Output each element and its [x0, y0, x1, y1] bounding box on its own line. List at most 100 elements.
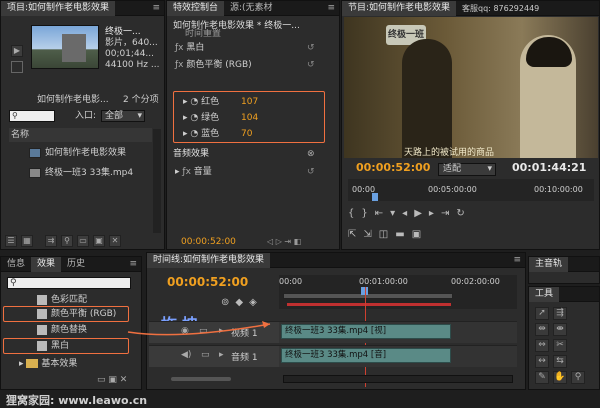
clip-duration: 00;01;44...: [105, 49, 155, 59]
new-bin-icon[interactable]: ▭: [77, 235, 89, 247]
tab-effects[interactable]: 效果: [31, 257, 62, 272]
param-value[interactable]: 107: [241, 95, 258, 109]
timeline-ruler[interactable]: 00:00 00:01:00:00 00:02:00:00: [279, 275, 517, 309]
project-item-sequence[interactable]: 如何制作老电影效果: [29, 146, 164, 160]
effects-toolbar[interactable]: ▭ ▣ ✕: [97, 375, 127, 385]
param-value[interactable]: 70: [241, 127, 252, 141]
zoom-slider[interactable]: [171, 377, 231, 381]
step-forward-icon[interactable]: ▸: [429, 208, 441, 219]
work-area-bar[interactable]: [283, 293, 453, 299]
go-to-out-icon[interactable]: ⇥: [441, 208, 456, 219]
tab-program[interactable]: 节目:如何制作老电影效果: [342, 1, 457, 16]
param-blue[interactable]: ▸ ◔ 蓝色 70: [183, 127, 339, 141]
jog-icon[interactable]: ▬: [395, 229, 411, 240]
new-item-icon[interactable]: ▣: [93, 235, 105, 247]
marker-icon[interactable]: ◆: [235, 297, 249, 308]
rolling-edit-tool-icon[interactable]: ⇼: [553, 323, 567, 336]
panel-menu-icon[interactable]: ≡: [513, 255, 521, 265]
clip-audio: 44100 Hz ...: [105, 60, 160, 70]
param-green[interactable]: ▸ ◔ 绿色 104: [183, 111, 339, 125]
timeline-scrollbar[interactable]: [283, 375, 513, 383]
search-input[interactable]: ⚲: [9, 110, 55, 122]
slip-tool-icon[interactable]: ↔: [535, 355, 549, 368]
find-icon[interactable]: ⚲: [61, 235, 73, 247]
zoom-tool-icon[interactable]: ⚲: [571, 371, 585, 384]
tab-project[interactable]: 项目:如何制作老电影效果: [1, 1, 116, 16]
sequence-icon: [29, 147, 41, 158]
program-ruler[interactable]: 00:00 00:05:00:00 00:10:00:00: [348, 179, 594, 201]
ripple-edit-tool-icon[interactable]: ⇹: [535, 323, 549, 336]
param-red[interactable]: ▸ ◔ 红色 107: [183, 95, 339, 109]
tab-info[interactable]: 信息: [1, 257, 31, 272]
play-thumbnail-button[interactable]: ▶: [11, 45, 23, 57]
hand-tool-icon[interactable]: ✋: [553, 371, 567, 384]
go-to-in-icon[interactable]: ⇤: [375, 208, 390, 219]
entry-select[interactable]: 全部 ▾: [101, 110, 145, 122]
expand-arrow-icon[interactable]: ▸: [219, 350, 224, 360]
tab-history[interactable]: 历史: [61, 257, 91, 272]
pen-tool-icon[interactable]: ✎: [535, 371, 549, 384]
param-value[interactable]: 104: [241, 111, 258, 125]
audio-master-panel: 主音轨: [528, 256, 600, 284]
slide-tool-icon[interactable]: ⇆: [553, 355, 567, 368]
mark-in-icon[interactable]: {: [348, 208, 361, 219]
effect-item-label: 颜色替换: [51, 325, 88, 335]
panel-menu-icon[interactable]: ≡: [152, 3, 160, 13]
collapse-icon[interactable]: ⊗: [307, 149, 315, 159]
speaker-icon[interactable]: ◀): [181, 350, 191, 360]
lock-icon[interactable]: ▭: [201, 350, 210, 360]
effect-item-color-match[interactable]: 色彩匹配: [37, 293, 141, 307]
selection-tool-icon[interactable]: ➚: [535, 307, 549, 320]
scrollbar[interactable]: [153, 129, 161, 233]
track-name: 音频 1: [231, 353, 258, 363]
extract-icon[interactable]: ⇲: [363, 229, 378, 240]
playhead-icon[interactable]: [372, 193, 378, 201]
zoom-controls[interactable]: ◁ ▷ ⇥ ◧: [267, 237, 301, 246]
fit-select[interactable]: 适配 ▾: [438, 163, 496, 176]
play-icon[interactable]: ▶: [414, 208, 429, 219]
item-count: 2 个分项: [123, 95, 159, 105]
effect-controls-timecode[interactable]: 00:00:52:00: [181, 235, 339, 249]
snap-icon[interactable]: ⊚: [221, 297, 235, 308]
reset-icon[interactable]: ↺: [307, 43, 315, 53]
project-item-clip[interactable]: 终极一班3 33集.mp4: [29, 166, 164, 180]
delete-icon[interactable]: ✕: [109, 235, 121, 247]
track-select-tool-icon[interactable]: ⇶: [553, 307, 567, 320]
keyframe-icon[interactable]: ◈: [249, 297, 263, 308]
effects-search-input[interactable]: ⚲: [7, 277, 131, 289]
automate-icon[interactable]: ⇉: [45, 235, 57, 247]
icon-view-icon[interactable]: ▦: [21, 235, 33, 247]
reset-icon[interactable]: ↺: [307, 60, 315, 70]
panel-menu-icon[interactable]: ≡: [327, 3, 335, 13]
poster-frame-icon[interactable]: [11, 61, 23, 73]
entry-select-value: 全部: [105, 111, 124, 121]
marker-icon[interactable]: ▾: [390, 208, 402, 219]
transport-controls: {}⇤▾◂▶▸⇥↻: [348, 208, 594, 222]
tab-audio-master[interactable]: 主音轨: [529, 257, 569, 272]
reset-icon[interactable]: ↺: [307, 167, 315, 177]
video-clip[interactable]: 终极一班3 33集.mp4 [视]: [281, 324, 451, 339]
mark-out-icon[interactable]: }: [361, 208, 374, 219]
audio-clip[interactable]: 终极一班3 33集.mp4 [音]: [281, 348, 451, 363]
video-subtitle: 天路上的被试用的商品: [404, 148, 495, 158]
panel-menu-icon[interactable]: ≡: [129, 259, 137, 269]
tab-timeline[interactable]: 时间线:如何制作老电影效果: [147, 253, 271, 268]
tab-tools[interactable]: 工具: [529, 287, 560, 302]
trim-icon[interactable]: ◫: [379, 229, 395, 240]
fx-icon: ƒx: [175, 60, 184, 70]
tab-source[interactable]: 源:(无素材: [224, 1, 279, 16]
folder-icon: [26, 359, 39, 368]
export-frame-icon[interactable]: ▣: [412, 229, 428, 240]
list-view-icon[interactable]: ☰: [5, 235, 17, 247]
step-back-icon[interactable]: ◂: [402, 208, 414, 219]
lift-icon[interactable]: ⇱: [348, 229, 363, 240]
name-column-header[interactable]: 名称: [9, 128, 152, 142]
ruler-tick: 00:05:00:00: [428, 185, 477, 194]
razor-tool-icon[interactable]: ✂: [553, 339, 567, 352]
rate-stretch-tool-icon[interactable]: ⇔: [535, 339, 549, 352]
loop-icon[interactable]: ↻: [456, 208, 471, 219]
tab-effect-controls[interactable]: 特效控制台: [167, 1, 225, 16]
project-item-label: 如何制作老电影效果: [45, 148, 127, 158]
folder-basic-effects[interactable]: ▸ 基本效果: [19, 357, 141, 371]
ruler-tick: 00:01:00:00: [359, 277, 408, 286]
